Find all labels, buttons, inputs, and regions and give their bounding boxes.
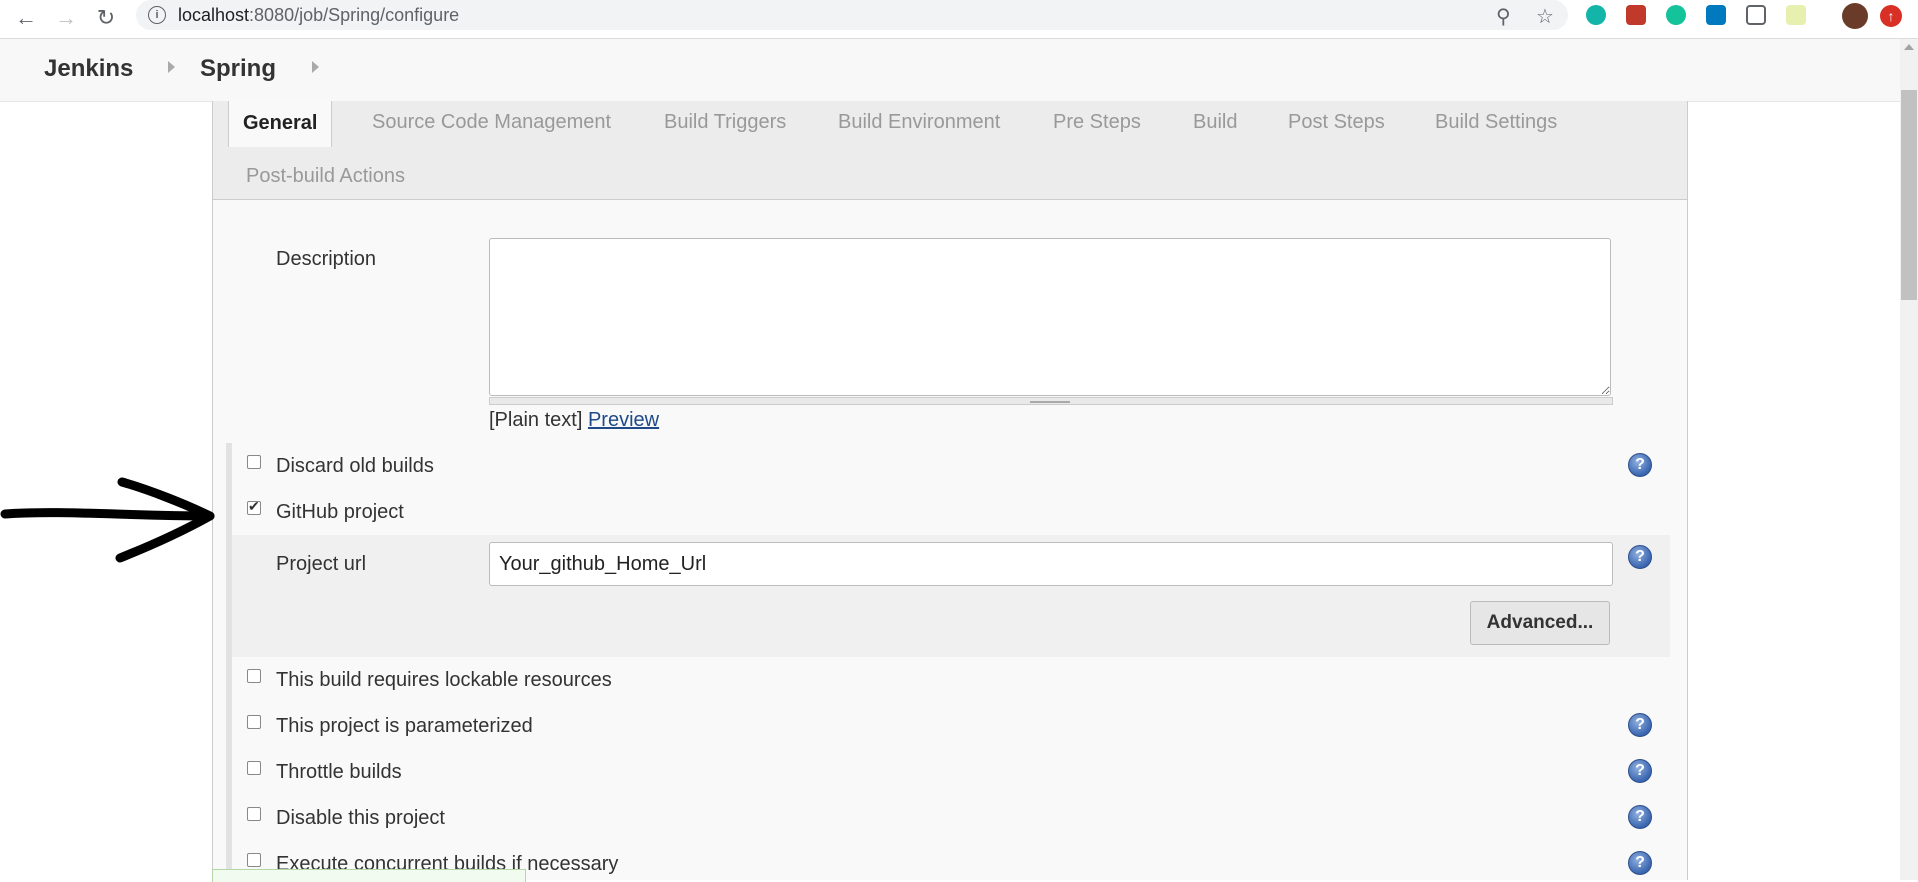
preview-link[interactable]: Preview — [588, 409, 659, 431]
extension-m-icon[interactable] — [1586, 5, 1606, 25]
address-bar[interactable]: i localhost:8080/job/Spring/configure ⚲ … — [136, 0, 1568, 30]
extension-trello-icon[interactable] — [1706, 5, 1726, 25]
description-textarea[interactable] — [489, 238, 1611, 396]
concurrent-builds-checkbox[interactable] — [247, 853, 261, 867]
tab-build[interactable]: Build — [1193, 111, 1237, 134]
extension-pocket-icon[interactable] — [1746, 5, 1766, 25]
bookmark-star-icon[interactable]: ☆ — [1536, 4, 1554, 29]
lockable-resources-label: This build requires lockable resources — [276, 669, 612, 691]
tab-source-code-management[interactable]: Source Code Management — [372, 111, 611, 134]
github-project-checkbox[interactable] — [247, 498, 261, 515]
config-panel — [212, 101, 1688, 880]
back-icon[interactable]: ← — [12, 4, 40, 32]
disable-project-checkbox[interactable] — [247, 807, 261, 821]
extension-weather-icon[interactable] — [1786, 5, 1806, 25]
lockable-resources-checkbox[interactable] — [247, 669, 261, 683]
tab-post-steps[interactable]: Post Steps — [1288, 111, 1385, 134]
config-tabbar: General Source Code Management Build Tri… — [212, 101, 1688, 200]
tab-general[interactable]: General — [228, 101, 333, 147]
help-icon[interactable]: ? — [1628, 545, 1652, 569]
parameterized-label: This project is parameterized — [276, 715, 533, 737]
annotation-arrow-icon — [0, 477, 215, 563]
breadcrumb-arrow-icon[interactable] — [168, 61, 175, 73]
extension-grammarly-icon[interactable] — [1666, 5, 1686, 25]
url-text: localhost:8080/job/Spring/configure — [178, 5, 460, 25]
github-project-label: GitHub project — [276, 501, 404, 523]
throttle-builds-checkbox[interactable] — [247, 761, 261, 775]
plain-text-label: [Plain text] — [489, 409, 583, 431]
discard-old-builds-label: Discard old builds — [276, 455, 434, 477]
reload-icon[interactable]: ↻ — [92, 4, 120, 32]
help-icon[interactable]: ? — [1628, 851, 1652, 875]
help-icon[interactable]: ? — [1628, 713, 1652, 737]
tab-build-settings[interactable]: Build Settings — [1435, 111, 1557, 134]
project-url-label: Project url — [276, 553, 367, 575]
forward-icon[interactable]: → — [52, 4, 80, 32]
breadcrumb-arrow-icon[interactable] — [312, 61, 319, 73]
tab-build-environment[interactable]: Build Environment — [838, 111, 1000, 134]
help-icon[interactable]: ? — [1628, 759, 1652, 783]
description-format: [Plain text] Preview — [489, 409, 659, 432]
tab-pre-steps[interactable]: Pre Steps — [1053, 111, 1141, 134]
grip-line — [1030, 401, 1070, 403]
bottom-floating-tab — [212, 869, 526, 882]
help-icon[interactable]: ? — [1628, 805, 1652, 829]
browser-toolbar: ← → ↻ i localhost:8080/job/Spring/config… — [0, 0, 1918, 39]
extension-upload-icon[interactable]: ↑ — [1880, 5, 1902, 27]
extension-book-icon[interactable] — [1626, 5, 1646, 25]
help-icon[interactable]: ? — [1628, 453, 1652, 477]
scrollbar-thumb[interactable] — [1901, 90, 1917, 300]
zoom-icon[interactable]: ⚲ — [1496, 4, 1511, 29]
site-info-icon[interactable]: i — [148, 6, 166, 24]
breadcrumb-jenkins[interactable]: Jenkins — [44, 55, 133, 83]
tab-build-triggers[interactable]: Build Triggers — [664, 111, 786, 134]
tab-post-build-actions[interactable]: Post-build Actions — [246, 165, 405, 188]
project-url-input[interactable] — [489, 542, 1613, 586]
section-rail — [226, 443, 232, 880]
throttle-builds-label: Throttle builds — [276, 761, 402, 783]
parameterized-checkbox[interactable] — [247, 715, 261, 729]
description-label: Description — [276, 248, 377, 270]
profile-avatar[interactable] — [1842, 3, 1868, 29]
discard-old-builds-checkbox[interactable] — [247, 455, 261, 469]
breadcrumb: Jenkins Spring — [0, 39, 1918, 102]
breadcrumb-spring[interactable]: Spring — [200, 55, 276, 83]
disable-project-label: Disable this project — [276, 807, 445, 829]
scroll-up-icon[interactable] — [1904, 44, 1914, 50]
advanced-button[interactable]: Advanced... — [1470, 601, 1610, 645]
